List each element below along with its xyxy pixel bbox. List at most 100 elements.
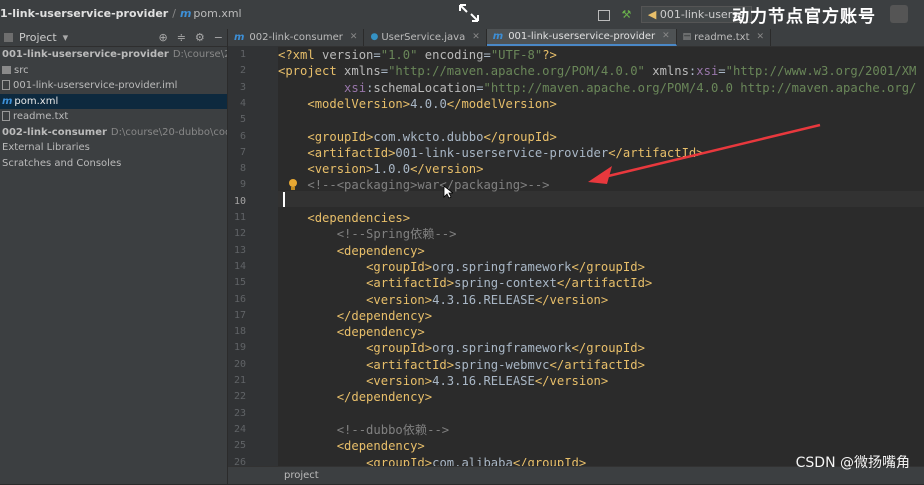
code-token: <project xyxy=(278,64,345,79)
code-line: <?xml version="1.0" encoding="UTF-8"?> xyxy=(278,47,557,63)
run-config-icon: ◀ xyxy=(647,8,657,21)
code-line: <project xmlns="http://maven.apache.org/… xyxy=(278,63,916,79)
code-token: <dependency> xyxy=(336,439,425,454)
code-line: <groupId>org.springframework</groupId> xyxy=(278,340,645,356)
tree-item-label: 002-link-consumer xyxy=(2,126,107,138)
line-number: 15 xyxy=(233,277,246,289)
code-token: <artifactId> xyxy=(307,145,396,160)
collapse-icon[interactable]: ≑ xyxy=(177,31,186,44)
code-token: 4.3.16.RELEASE xyxy=(432,374,535,388)
line-number: 12 xyxy=(233,228,246,240)
line-number: 24 xyxy=(233,423,246,435)
editor-tab-label: readme.txt xyxy=(694,32,750,43)
editor-tab[interactable]: ▤ readme.txt ✕ xyxy=(677,29,772,46)
code-token: <dependency> xyxy=(336,243,425,258)
editor-tab[interactable]: ● UserService.java ✕ xyxy=(364,29,487,46)
tree-item[interactable]: src xyxy=(0,63,227,79)
code-token: </groupId> xyxy=(512,455,587,467)
code-token: </version> xyxy=(410,162,484,177)
tree-item[interactable]: Scratches and Consoles xyxy=(0,156,227,172)
line-number: 17 xyxy=(233,309,246,321)
tree-item[interactable]: 002-link-consumerD:\course\20-dubbo\code… xyxy=(0,125,227,141)
tree-item[interactable]: 001-link-userservice-provider.iml xyxy=(0,78,227,94)
code-line: <dependency> xyxy=(278,438,425,454)
maven-file-icon: m xyxy=(179,7,192,20)
close-tab-icon[interactable]: ✕ xyxy=(472,29,480,46)
close-tab-icon[interactable]: ✕ xyxy=(757,29,765,46)
hammer-icon[interactable]: ⚒ xyxy=(622,8,632,21)
run-config-area: ⚒ ◀ 001-link-userse xyxy=(598,6,752,23)
line-number: 10 xyxy=(233,195,246,207)
line-number: 4 xyxy=(239,97,246,109)
m-icon: m xyxy=(492,31,504,42)
code-token: <artifactId> xyxy=(366,357,455,372)
m-icon: m xyxy=(234,32,245,43)
code-line: <groupId>com.wkcto.dubbo</groupId> xyxy=(278,129,556,145)
project-view-label[interactable]: Project xyxy=(19,31,57,44)
code-token: spring-context xyxy=(454,276,557,291)
line-number: 20 xyxy=(233,358,246,370)
editor-tab[interactable]: m 001-link-userservice-provider ✕ xyxy=(486,28,677,46)
line-number: 5 xyxy=(239,114,246,126)
breadcrumb-file[interactable]: pom.xml xyxy=(193,7,241,20)
tree-item-label: 001-link-userservice-provider xyxy=(2,49,169,60)
editor-tab-label: 001-link-userservice-provider xyxy=(508,31,656,42)
code-token: = xyxy=(373,48,381,62)
code-line: <dependency> xyxy=(278,324,425,340)
tree-item[interactable]: readme.txt xyxy=(0,109,227,125)
line-number: 6 xyxy=(239,130,246,142)
window-icon[interactable] xyxy=(598,9,610,21)
tree-item[interactable]: m pom.xml xyxy=(0,93,227,109)
project-view-icon[interactable] xyxy=(4,33,13,42)
project-panel-header: Project ▾ ⊕ ≑ ⚙ − xyxy=(0,29,227,47)
code-line: <modelVersion>4.0.0</modelVersion> xyxy=(278,96,557,112)
project-sidebar: Project ▾ ⊕ ≑ ⚙ − 001-link-userservice-p… xyxy=(0,29,228,484)
user-icon[interactable] xyxy=(890,5,908,23)
breadcrumb: 1-link-userservice-provider / m pom.xml xyxy=(0,7,242,20)
code-line: <version>4.3.16.RELEASE</version> xyxy=(278,373,608,389)
code-line: <version>4.3.16.RELEASE</version> xyxy=(278,292,608,308)
code-token: </artifactId> xyxy=(608,145,704,160)
code-token: </modelVersion> xyxy=(446,96,557,111)
gear-icon[interactable]: ⚙ xyxy=(195,31,205,44)
file-icon xyxy=(2,111,10,121)
code-token: </dependency> xyxy=(336,390,433,405)
breadcrumb-project[interactable]: 1-link-userservice-provider xyxy=(0,7,168,20)
code-editor[interactable]: <?xml version="1.0" encoding="UTF-8"?> <p… xyxy=(278,46,924,466)
tree-item[interactable]: 001-link-userservice-providerD:\course\2… xyxy=(0,47,227,63)
tree-item[interactable]: External Libraries xyxy=(0,140,227,156)
line-number: 3 xyxy=(239,81,246,93)
code-token: "1.0" xyxy=(380,48,418,62)
hide-icon[interactable]: − xyxy=(214,31,223,44)
close-tab-icon[interactable]: ✕ xyxy=(662,28,670,45)
tree-item-path: D:\course\20-dubbo\ xyxy=(172,49,227,60)
status-text: project xyxy=(284,470,319,481)
code-token: <version> xyxy=(307,162,374,177)
lightbulb-icon[interactable] xyxy=(287,178,299,191)
dropdown-icon[interactable]: ▾ xyxy=(63,31,69,44)
code-line: <version>1.0.0</version> xyxy=(278,161,483,177)
code-token: "http://www.w3.org/2001/XM xyxy=(725,64,917,79)
code-line: <artifactId>spring-context</artifactId> xyxy=(278,275,652,291)
code-token: ?> xyxy=(542,48,557,62)
editor-tab[interactable]: m 002-link-consumer ✕ xyxy=(228,29,365,46)
close-tab-icon[interactable]: ✕ xyxy=(350,29,358,46)
editor-tab-label: UserService.java xyxy=(381,32,466,43)
locate-icon[interactable]: ⊕ xyxy=(158,31,167,44)
code-token: "http://maven.apache.org/POM/4.0.0" xyxy=(388,64,645,79)
code-token: version xyxy=(322,48,374,62)
folder-icon xyxy=(2,65,11,74)
code-token: schemaLocation xyxy=(373,80,477,95)
line-number: 25 xyxy=(233,440,246,452)
restore-window-icon[interactable] xyxy=(457,2,481,24)
